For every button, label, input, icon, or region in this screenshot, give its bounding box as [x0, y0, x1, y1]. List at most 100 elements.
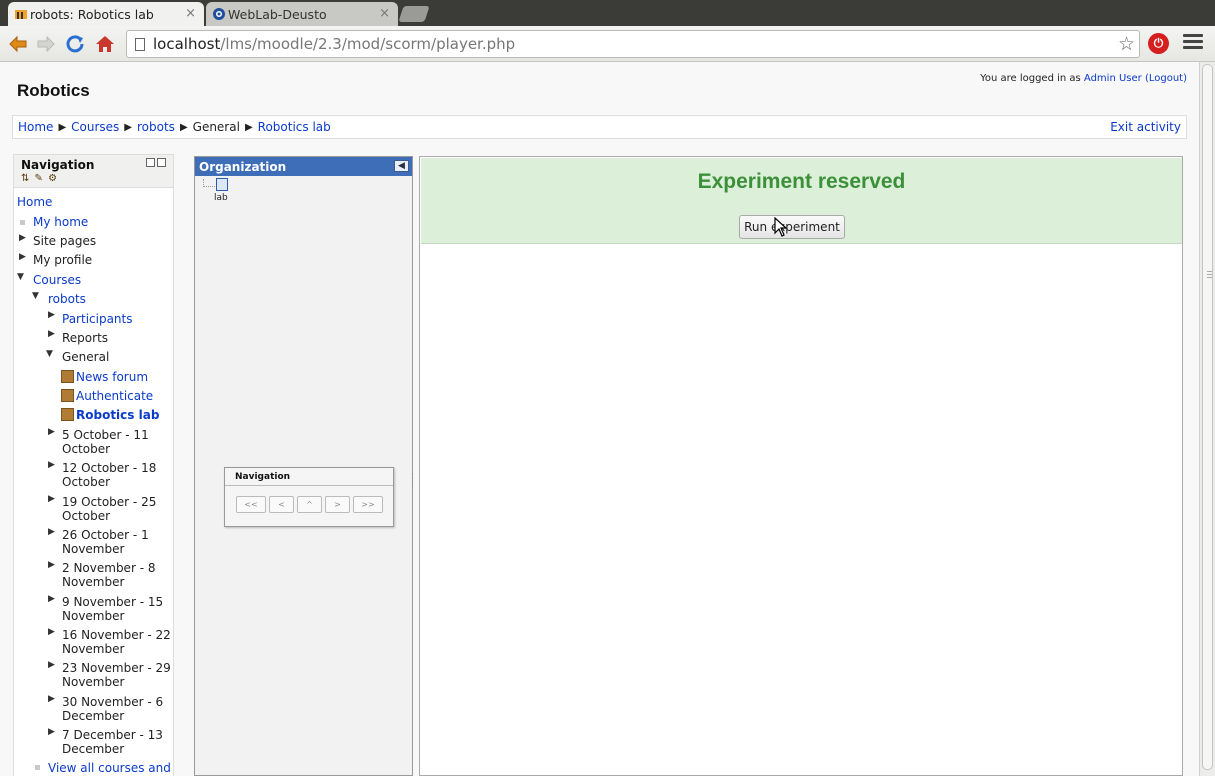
nav-week-9-line2[interactable]: December — [62, 709, 124, 723]
site-title: Robotics — [17, 81, 90, 100]
browser-tab-robotics[interactable]: robots: Robotics lab × — [8, 2, 204, 26]
nav-week-4-line2[interactable]: November — [62, 542, 124, 556]
nav-week-5-line1[interactable]: 2 November - 8 — [62, 561, 155, 575]
browser-tab-weblab[interactable]: WebLab-Deusto × — [206, 2, 398, 26]
new-tab-button[interactable] — [398, 6, 430, 22]
breadcrumb-robots[interactable]: robots — [137, 120, 175, 134]
browser-menu-icon[interactable] — [1183, 34, 1203, 52]
nav-week-10-line2[interactable]: December — [62, 742, 124, 756]
nav-view-all-courses[interactable]: View all courses and — [48, 761, 171, 775]
forward-button[interactable] — [35, 33, 57, 55]
collapse-arrow-icon[interactable]: ▼ — [32, 291, 39, 301]
nav-course-robots[interactable]: robots — [48, 292, 86, 306]
exit-activity-link[interactable]: Exit activity — [1110, 120, 1181, 134]
nav-week-5-line2[interactable]: November — [62, 575, 124, 589]
nav-participants[interactable]: Participants — [62, 312, 133, 326]
nav-site-pages[interactable]: Site pages — [33, 234, 96, 248]
breadcrumb-home[interactable]: Home — [18, 120, 53, 134]
collapse-arrow-icon[interactable]: ▼ — [17, 272, 24, 282]
navigation-block-title: Navigation — [21, 158, 95, 172]
up-sco-button[interactable]: ^ — [297, 496, 322, 513]
expand-arrow-icon[interactable]: ▶ — [19, 233, 26, 243]
tab-close-icon[interactable]: × — [185, 6, 196, 21]
dock-block-icon[interactable] — [157, 158, 166, 167]
nav-week-6-line2[interactable]: November — [62, 609, 124, 623]
nav-week-6-line1[interactable]: 9 November - 15 — [62, 595, 163, 609]
nav-week-3-line2[interactable]: October — [62, 509, 110, 523]
page-scrollbar[interactable] — [1199, 62, 1215, 776]
expand-arrow-icon[interactable]: ▶ — [48, 727, 55, 737]
nav-reports[interactable]: Reports — [62, 331, 108, 345]
nav-my-profile[interactable]: My profile — [33, 253, 92, 267]
collapse-arrow-icon[interactable]: ▼ — [46, 349, 53, 359]
last-sco-button[interactable]: >> — [353, 496, 383, 513]
nav-authenticate[interactable]: Authenticate — [76, 389, 153, 403]
expand-arrow-icon[interactable]: ▶ — [48, 560, 55, 570]
breadcrumb-courses[interactable]: Courses — [71, 120, 119, 134]
expand-arrow-icon[interactable]: ▶ — [19, 252, 26, 262]
expand-arrow-icon[interactable]: ▶ — [48, 427, 55, 437]
sco-label[interactable]: lab — [214, 193, 228, 203]
back-button[interactable] — [7, 33, 29, 55]
reload-icon — [66, 35, 84, 53]
weblab-favicon-icon — [213, 8, 225, 20]
url-host: localhost — [153, 35, 221, 53]
logout-link[interactable]: (Logout) — [1145, 73, 1187, 84]
tab-close-icon[interactable]: × — [379, 6, 390, 21]
navigation-block: Navigation ⇅ ✎ ⚙ Home My home ▶ Site pag… — [13, 154, 174, 776]
bookmark-star-icon[interactable]: ☆ — [1118, 33, 1135, 55]
nav-week-2-line1[interactable]: 12 October - 18 — [62, 461, 156, 475]
expand-arrow-icon[interactable]: ▶ — [48, 310, 55, 320]
nav-week-8-line2[interactable]: November — [62, 675, 124, 689]
home-button[interactable] — [94, 33, 116, 55]
nav-my-home[interactable]: My home — [33, 215, 88, 229]
nav-week-9-line1[interactable]: 30 November - 6 — [62, 695, 163, 709]
nav-week-8-line1[interactable]: 23 November - 29 — [62, 661, 171, 675]
scorm-package-icon — [61, 408, 74, 421]
nav-week-4-line1[interactable]: 26 October - 1 — [62, 528, 149, 542]
moodle-page: You are logged in as Admin User (Logout)… — [0, 62, 1199, 776]
expand-arrow-icon[interactable]: ▶ — [48, 460, 55, 470]
breadcrumb-robotics-lab[interactable]: Robotics lab — [258, 120, 331, 134]
next-sco-button[interactable]: > — [325, 496, 350, 513]
collapse-block-icon[interactable] — [146, 158, 155, 167]
bullet-icon — [35, 765, 40, 770]
run-experiment-button[interactable]: Run experiment — [739, 215, 845, 239]
nav-week-1-line1[interactable]: 5 October - 11 — [62, 428, 149, 442]
reload-button[interactable] — [64, 33, 86, 55]
scrollbar-grip — [1207, 274, 1212, 275]
nav-week-3-line1[interactable]: 19 October - 25 — [62, 495, 156, 509]
expand-arrow-icon[interactable]: ▶ — [48, 527, 55, 537]
nav-week-10-line1[interactable]: 7 December - 13 — [62, 728, 163, 742]
collapse-toc-icon[interactable]: ◀ — [394, 160, 409, 172]
expand-arrow-icon[interactable]: ▶ — [48, 660, 55, 670]
stop-extension-icon[interactable]: ⏻ — [1148, 33, 1169, 54]
scrollbar-thumb[interactable] — [1202, 64, 1213, 770]
scorm-package-icon — [61, 389, 74, 402]
previous-sco-button[interactable]: < — [269, 496, 294, 513]
first-sco-button[interactable]: << — [236, 496, 266, 513]
expand-arrow-icon[interactable]: ▶ — [48, 329, 55, 339]
expand-arrow-icon[interactable]: ▶ — [48, 627, 55, 637]
expand-arrow-icon[interactable]: ▶ — [48, 594, 55, 604]
user-link[interactable]: Admin User — [1084, 73, 1142, 84]
nav-news-forum[interactable]: News forum — [76, 370, 148, 384]
address-bar[interactable]: localhost/lms/moodle/2.3/mod/scorm/playe… — [126, 30, 1140, 58]
nav-robotics-lab[interactable]: Robotics lab — [76, 408, 159, 422]
resize-handle[interactable] — [412, 473, 415, 487]
nav-week-7-line2[interactable]: November — [62, 642, 124, 656]
nav-courses[interactable]: Courses — [33, 273, 81, 287]
home-icon — [96, 36, 114, 52]
nav-week-2-line2[interactable]: October — [62, 475, 110, 489]
bullet-icon — [20, 220, 25, 225]
sco-icon[interactable] — [216, 178, 228, 191]
nav-week-7-line1[interactable]: 16 November - 22 — [62, 628, 171, 642]
nav-general[interactable]: General — [62, 350, 109, 364]
block-move-icons[interactable]: ⇅ ✎ ⚙ — [21, 173, 58, 184]
expand-arrow-icon[interactable]: ▶ — [48, 694, 55, 704]
expand-arrow-icon[interactable]: ▶ — [48, 494, 55, 504]
scrollbar-grip — [1207, 271, 1212, 272]
nav-home[interactable]: Home — [17, 195, 52, 209]
nav-week-1-line2[interactable]: October — [62, 442, 110, 456]
forum-icon — [61, 370, 74, 383]
